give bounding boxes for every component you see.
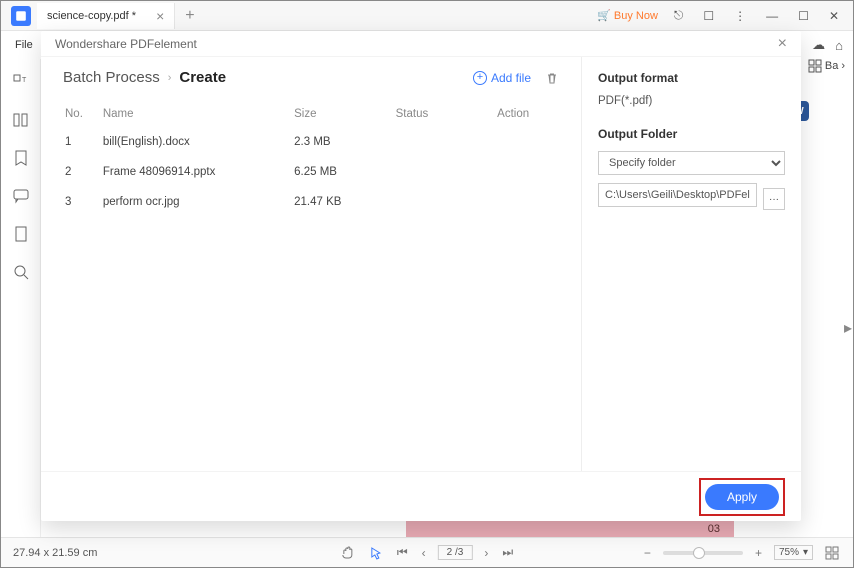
window-titlebar: science-copy.pdf * × + 🛒 Buy Now ⎋ ☐ ⋮ —… <box>1 1 853 31</box>
output-folder-path-input[interactable] <box>598 183 757 207</box>
zoom-value: 75% <box>779 547 799 558</box>
modal-footer: Apply <box>41 471 801 521</box>
cell-name: Frame 48096914.pptx <box>103 158 292 186</box>
table-row[interactable]: 1 bill(English).docx 2.3 MB <box>65 128 557 156</box>
tab-title: science-copy.pdf * <box>47 10 136 22</box>
batch-process-modal: Wondershare PDFelement × Batch Process ›… <box>41 31 801 521</box>
breadcrumb-current: Create <box>179 69 226 86</box>
col-header-no: No. <box>65 102 101 126</box>
zoom-out-button[interactable]: − <box>642 546 653 560</box>
cloud-icon[interactable]: ☁ <box>812 37 825 53</box>
svg-text:T: T <box>22 77 27 84</box>
attachment-icon[interactable] <box>12 225 30 243</box>
buy-now-label: Buy Now <box>614 10 658 22</box>
cell-name: bill(English).docx <box>103 128 292 156</box>
modal-left-panel: Batch Process › Create + Add file No. <box>41 57 581 471</box>
browse-folder-button[interactable]: ··· <box>763 188 785 210</box>
notification-icon[interactable]: ☐ <box>699 7 718 25</box>
output-folder-label: Output Folder <box>598 127 785 141</box>
col-header-name: Name <box>103 102 292 126</box>
cell-no: 2 <box>65 158 101 186</box>
chevron-right-icon: › <box>168 72 172 84</box>
cell-no: 3 <box>65 188 101 216</box>
chevron-down-icon: ▾ <box>803 547 808 558</box>
file-menu[interactable]: File <box>15 39 33 51</box>
apply-button[interactable]: Apply <box>705 484 779 510</box>
comment-icon[interactable] <box>12 187 30 205</box>
hand-tool-icon[interactable] <box>339 546 357 560</box>
apply-highlight: Apply <box>699 478 785 516</box>
cell-name: perform ocr.jpg <box>103 188 292 216</box>
buy-now-link[interactable]: 🛒 Buy Now <box>597 9 658 22</box>
app-logo-icon <box>11 6 31 26</box>
batch-label: Ba <box>825 60 838 72</box>
specify-folder-select[interactable]: Specify folder <box>598 151 785 175</box>
modal-titlebar: Wondershare PDFelement × <box>41 31 801 57</box>
cell-size: 6.25 MB <box>294 158 394 186</box>
next-page-button[interactable]: › <box>482 546 490 560</box>
search-icon[interactable] <box>12 263 30 281</box>
cell-no: 1 <box>65 128 101 156</box>
cell-action <box>497 128 557 156</box>
close-window-button[interactable]: ✕ <box>825 7 843 25</box>
cell-size: 21.47 KB <box>294 188 394 216</box>
home-icon[interactable]: ⌂ <box>835 38 843 53</box>
share-icon[interactable]: ⎋ <box>670 6 688 25</box>
breadcrumb: Batch Process › Create + Add file <box>63 69 559 86</box>
select-tool-icon[interactable] <box>367 546 385 560</box>
table-row[interactable]: 2 Frame 48096914.pptx 6.25 MB <box>65 158 557 186</box>
status-bar: 27.94 x 21.59 cm ⏮ ‹ 2 /3 › ⏭ − + 75% ▾ <box>1 537 853 567</box>
zoom-slider[interactable] <box>663 551 743 555</box>
cell-status <box>396 128 496 156</box>
col-header-action: Action <box>497 102 557 126</box>
add-file-button[interactable]: + Add file <box>473 71 531 85</box>
output-format-label: Output format <box>598 71 785 85</box>
col-header-status: Status <box>396 102 496 126</box>
page-dimensions: 27.94 x 21.59 cm <box>13 547 97 559</box>
minimize-button[interactable]: — <box>762 7 782 25</box>
left-toolbar: T <box>1 59 41 537</box>
modal-close-button[interactable]: × <box>778 35 787 53</box>
cell-status <box>396 188 496 216</box>
file-table: No. Name Size Status Action 1 bill(Engli… <box>63 100 559 218</box>
delete-all-button[interactable] <box>545 71 559 85</box>
ribbon-icon[interactable] <box>12 149 30 167</box>
output-format-value: PDF(*.pdf) <box>598 95 785 107</box>
cell-action <box>497 188 557 216</box>
zoom-select[interactable]: 75% ▾ <box>774 545 813 560</box>
chevron-right-icon: › <box>841 60 845 72</box>
last-page-button[interactable]: ⏭ <box>500 545 515 560</box>
bookmark-panel-icon[interactable] <box>12 111 30 129</box>
document-tab[interactable]: science-copy.pdf * × <box>37 3 175 29</box>
page-block-number: 03 <box>708 523 720 535</box>
plus-circle-icon: + <box>473 71 487 85</box>
fit-page-icon[interactable] <box>823 546 841 560</box>
maximize-button[interactable]: ☐ <box>794 7 813 25</box>
add-file-label: Add file <box>491 71 531 85</box>
zoom-in-button[interactable]: + <box>753 546 764 560</box>
more-icon[interactable]: ⋮ <box>730 7 750 25</box>
new-tab-button[interactable]: + <box>175 7 204 25</box>
cart-icon: 🛒 <box>597 9 611 22</box>
cell-status <box>396 158 496 186</box>
breadcrumb-root[interactable]: Batch Process <box>63 69 160 86</box>
collapse-right-panel-icon[interactable]: ▸ <box>843 316 853 340</box>
page-indicator[interactable]: 2 /3 <box>438 545 473 560</box>
modal-title: Wondershare PDFelement <box>55 37 197 51</box>
batch-sidebar-button[interactable]: Ba › <box>808 59 845 73</box>
first-page-button[interactable]: ⏮ <box>395 545 410 560</box>
prev-page-button[interactable]: ‹ <box>420 546 428 560</box>
cell-size: 2.3 MB <box>294 128 394 156</box>
cell-action <box>497 158 557 186</box>
zoom-thumb[interactable] <box>693 547 705 559</box>
table-row[interactable]: 3 perform ocr.jpg 21.47 KB <box>65 188 557 216</box>
modal-right-panel: Output format PDF(*.pdf) Output Folder S… <box>581 57 801 471</box>
tab-close-icon[interactable]: × <box>156 8 164 24</box>
page-content-block: 03 <box>406 519 734 539</box>
col-header-size: Size <box>294 102 394 126</box>
thumbnail-icon[interactable]: T <box>12 73 30 91</box>
